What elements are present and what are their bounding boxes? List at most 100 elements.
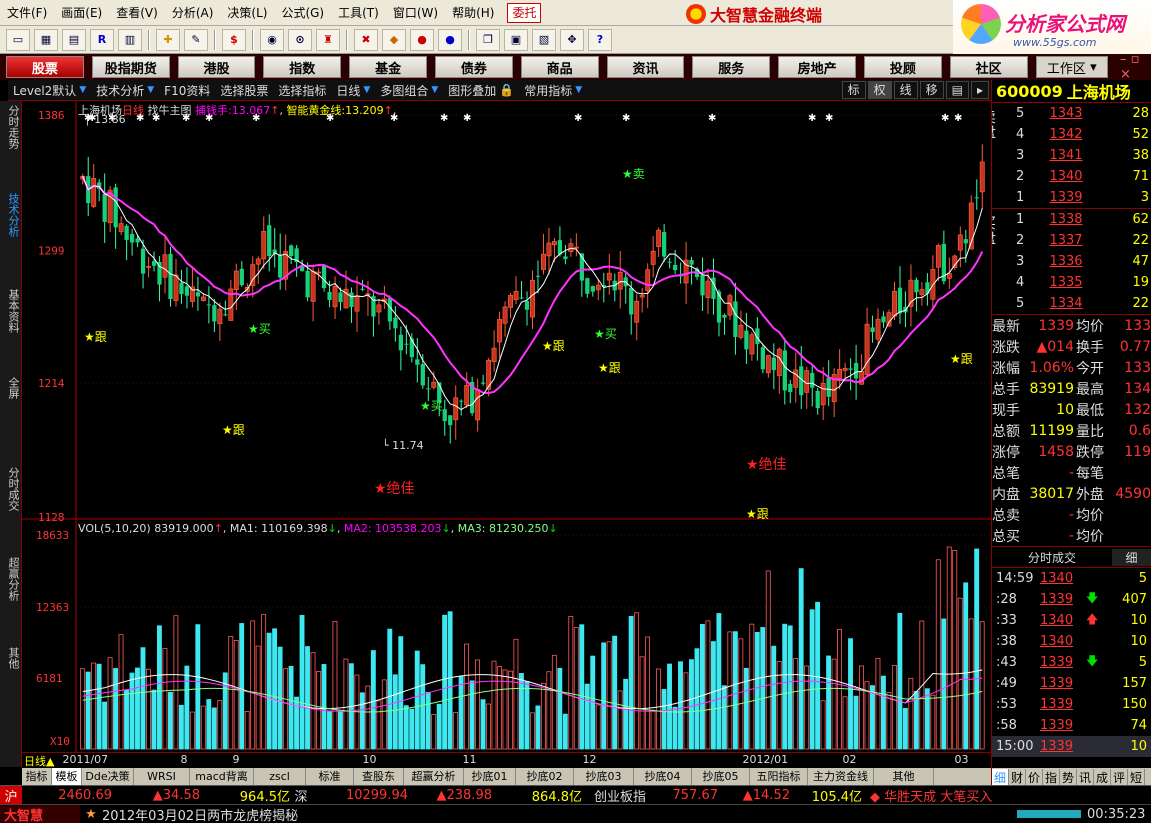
line-button[interactable]: 线 (893, 81, 918, 99)
tick-row[interactable]: 15:00 1339 10 (992, 736, 1151, 757)
bid-row[interactable]: 2 1337 22 (992, 230, 1151, 251)
tick-row[interactable]: :53 1339 150 (992, 694, 1151, 715)
rsi-icon[interactable]: R (90, 28, 114, 51)
indicator-tab[interactable]: 抄底01 (464, 768, 516, 785)
menu-window[interactable]: 窗口(W) (386, 0, 445, 26)
diamond-icon[interactable]: ◆ (382, 28, 406, 51)
tab-fullscreen[interactable]: 全屏 (2, 377, 20, 399)
cat-advisor[interactable]: 投顾 (863, 56, 942, 78)
kline-chart[interactable]: 1386 1299 1214 1128 18633 12363 6181 X10 ✱ ✱ ✱ ✱ ✱ ✱ ✱… (22, 101, 991, 752)
cat-community[interactable]: 社区 (949, 56, 1028, 78)
right-tab[interactable]: 指 (1043, 768, 1060, 786)
indicator-tab[interactable]: 抄底04 (634, 768, 692, 785)
red-badge-icon[interactable]: ● (410, 28, 434, 51)
help-icon[interactable]: ? (588, 28, 612, 51)
tick-row[interactable]: :33 1340 🡅 10 (992, 610, 1151, 631)
indicator-tab[interactable]: 主力资金线 (808, 768, 874, 785)
dollar-icon[interactable]: $ (222, 28, 246, 51)
ask-row[interactable]: 1 1339 3 (992, 187, 1151, 208)
rights-button[interactable]: 权 (867, 81, 892, 99)
open-folder-icon[interactable]: ▭ (6, 28, 30, 51)
cat-index-futures[interactable]: 股指期货 (91, 56, 170, 78)
right-tab[interactable]: 势 (1060, 768, 1077, 786)
select-indicator-button[interactable]: 选择指标 (273, 82, 331, 99)
ask-row[interactable]: 5 1343 28 (992, 103, 1151, 124)
bottom-ticker[interactable]: 2012年03月02日两市龙虎榜揭秘 (102, 805, 1017, 823)
tick-row[interactable]: :38 1340 10 (992, 631, 1151, 652)
right-tab[interactable]: 短 (1128, 768, 1145, 786)
menu-view[interactable]: 查看(V) (109, 0, 165, 26)
ask-row[interactable]: 3 1341 38 (992, 145, 1151, 166)
indicator-tab[interactable]: 抄底03 (574, 768, 634, 785)
indicator-tab[interactable]: 指标 (22, 768, 52, 785)
ask-row[interactable]: 4 1342 52 (992, 124, 1151, 145)
tick-header-detail[interactable]: 细 (1112, 548, 1151, 566)
toggle-panel-icon[interactable]: ▤ (945, 81, 969, 99)
tick-row[interactable]: :43 1339 🡇 5 (992, 652, 1151, 673)
tick-row[interactable]: :28 1339 🡇 407 (992, 589, 1151, 610)
mark-button[interactable]: 标 (841, 81, 866, 99)
tab-other[interactable]: 其他 (2, 647, 20, 669)
indicator-tab[interactable]: 超赢分析 (404, 768, 464, 785)
sh-label[interactable]: 沪 (0, 785, 22, 805)
copy-icon[interactable]: ❐ (476, 28, 500, 51)
bid-row[interactable]: 3 1336 47 (992, 251, 1151, 272)
bid-row[interactable]: 5 1334 22 (992, 293, 1151, 314)
right-tab[interactable]: 讯 (1077, 768, 1094, 786)
indicator-tab[interactable]: 抄底05 (692, 768, 750, 785)
window-controls[interactable]: – ▫ × (1120, 52, 1151, 82)
indicator-tab[interactable]: Dde决策 (82, 768, 134, 785)
tick-header-title[interactable]: 分时成交 (992, 549, 1112, 566)
right-tab[interactable]: 细 (992, 768, 1009, 786)
overlay-menu[interactable]: 图形叠加 🔒 (443, 82, 519, 99)
menu-help[interactable]: 帮助(H) (445, 0, 501, 26)
ask-row[interactable]: 2 1340 71 (992, 166, 1151, 187)
chart-area[interactable]: 1386 1299 1214 1128 18633 12363 6181 X10 ✱ ✱ ✱ ✱ ✱ ✱ ✱… (22, 101, 991, 767)
weituo-button[interactable]: 委托 (507, 2, 542, 23)
menu-tools[interactable]: 工具(T) (331, 0, 386, 26)
menu-file[interactable]: 文件(F) (0, 0, 54, 26)
crosshair-icon[interactable]: ✚ (156, 28, 180, 51)
move-button[interactable]: 移 (919, 81, 944, 99)
common-indicator-menu[interactable]: 常用指标 ▼ (519, 82, 587, 99)
tick-row[interactable]: :49 1339 157 (992, 673, 1151, 694)
kline-icon[interactable]: ▤ (62, 28, 86, 51)
cat-bond[interactable]: 债券 (434, 56, 513, 78)
indicator-tab[interactable]: 五阳指标 (750, 768, 808, 785)
cat-stocks[interactable]: 股票 (6, 56, 84, 78)
menu-formula[interactable]: 公式(G) (274, 0, 331, 26)
indicator-tab[interactable]: 模板 (52, 768, 82, 785)
indicator-tab[interactable]: 标准 (306, 768, 354, 785)
blue-badge-icon[interactable]: ● (438, 28, 462, 51)
glasses-icon[interactable]: ◉ (260, 28, 284, 51)
f10-menu[interactable]: F10资料 (159, 82, 215, 99)
tab-technical[interactable]: 技术分析 (2, 193, 20, 237)
cat-commodity[interactable]: 商品 (520, 56, 599, 78)
tick-row[interactable]: 14:59 1340 5 (992, 568, 1151, 589)
cat-realestate[interactable]: 房地产 (778, 56, 856, 78)
pointer-icon[interactable]: ✥ (560, 28, 584, 51)
bid-row[interactable]: 1 1338 62 (992, 209, 1151, 230)
multi-chart-menu[interactable]: 多图组合 ▼ (375, 82, 443, 99)
indicator-tab[interactable]: zscl (254, 768, 306, 785)
tab-trades[interactable]: 分时成交 (2, 467, 20, 511)
cyb-label[interactable]: 创业板指 (582, 786, 658, 805)
cat-news[interactable]: 资讯 (606, 56, 685, 78)
alarm-icon[interactable]: ♜ (316, 28, 340, 51)
layout-icon[interactable]: ▧ (532, 28, 556, 51)
right-tab[interactable]: 评 (1111, 768, 1128, 786)
layout-select[interactable]: Level2默认 ▼ (8, 82, 91, 99)
tab-super-win[interactable]: 超赢分析 (2, 557, 20, 601)
cat-index[interactable]: 指数 (263, 56, 342, 78)
right-tab[interactable]: 财 (1009, 768, 1026, 786)
cat-fund[interactable]: 基金 (349, 56, 427, 78)
news-ticker[interactable]: ◆ 华胜天成 大笔买入 (870, 786, 992, 805)
indicator-tab[interactable]: 查股东 (354, 768, 404, 785)
indicator-tab[interactable]: macd背离 (190, 768, 254, 785)
indicator-tab[interactable]: 抄底02 (516, 768, 574, 785)
tick-row[interactable]: :58 1339 74 (992, 715, 1151, 736)
indicator-tab[interactable]: WRSI (134, 768, 190, 785)
menu-decision[interactable]: 决策(L) (220, 0, 274, 26)
work-zone-button[interactable]: 工作区 ▾ (1035, 56, 1108, 78)
grid-icon[interactable]: ▥ (118, 28, 142, 51)
